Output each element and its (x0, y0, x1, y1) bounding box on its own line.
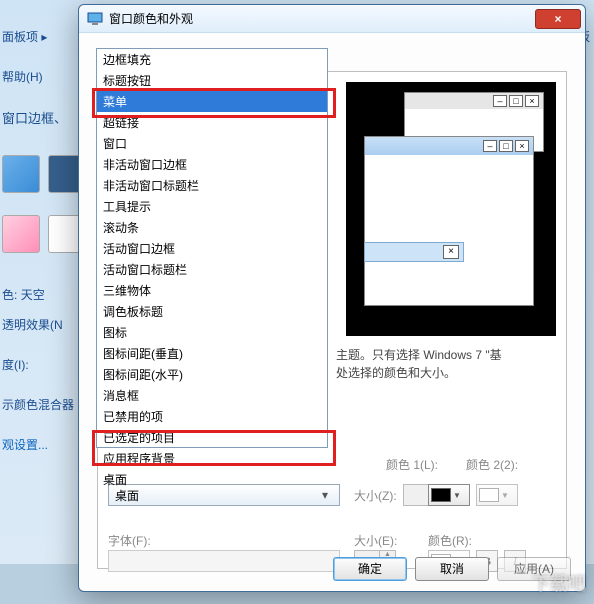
dropdown-item[interactable]: 边框填充 (97, 49, 327, 70)
font-label: 字体(F): (108, 532, 156, 549)
chevron-down-icon: ▼ (501, 491, 509, 500)
dropdown-item[interactable]: 菜单 (97, 91, 327, 112)
description-text: 主题。只有选择 Windows 7 "基 处选择的颜色和大小。 (336, 346, 556, 382)
advanced-settings-link[interactable]: 观设置... (2, 436, 48, 453)
close-icon: × (443, 245, 459, 259)
dialog-title: 窗口颜色和外观 (109, 10, 535, 27)
dropdown-item[interactable]: 超链接 (97, 112, 327, 133)
intensity-label: 度(I): (2, 356, 29, 373)
preview-active-window: – □ × (364, 136, 534, 306)
ok-button[interactable]: 确定 (333, 557, 407, 581)
dropdown-item[interactable]: 应用程序背景 (97, 448, 327, 469)
font-size-label: 大小(E): (354, 532, 397, 549)
chevron-down-icon: ▾ (317, 488, 333, 502)
dropdown-item[interactable]: 非活动窗口边框 (97, 154, 327, 175)
help-menu[interactable]: 帮助(H) (2, 68, 43, 85)
dropdown-item[interactable]: 窗口 (97, 133, 327, 154)
font-color-label: 颜色(R): (428, 532, 472, 549)
maximize-icon: □ (499, 140, 513, 152)
color1-picker[interactable]: ▼ (428, 484, 470, 506)
font-combobox (108, 550, 340, 572)
maximize-icon: □ (509, 95, 523, 107)
color-name-label: 色: 天空 (2, 286, 45, 303)
dropdown-item[interactable]: 标题按钮 (97, 70, 327, 91)
dropdown-item[interactable]: 图标间距(水平) (97, 364, 327, 385)
section-title: 窗口边框、 (2, 108, 67, 127)
size-input[interactable] (404, 485, 428, 505)
dropdown-item[interactable]: 调色板标题 (97, 301, 327, 322)
close-icon: × (515, 140, 529, 152)
preview-area: – □ × – □ × × (346, 82, 556, 336)
close-icon: × (525, 95, 539, 107)
close-icon: × (554, 12, 561, 26)
chevron-down-icon: ▼ (453, 491, 461, 500)
minimize-icon: – (483, 140, 497, 152)
dropdown-item[interactable]: 三维物体 (97, 280, 327, 301)
cancel-button[interactable]: 取消 (415, 557, 489, 581)
dropdown-item[interactable]: 工具提示 (97, 196, 327, 217)
transparency-checkbox-label[interactable]: 透明效果(N (2, 316, 63, 333)
dropdown-item[interactable]: 已禁用的项 (97, 406, 327, 427)
minimize-icon: – (493, 95, 507, 107)
monitor-icon (87, 11, 103, 27)
breadcrumb: 面板项 ▸ (2, 28, 47, 45)
dropdown-item[interactable]: 已选定的项目 (97, 427, 327, 448)
dropdown-item[interactable]: 滚动条 (97, 217, 327, 238)
color-mixer-link[interactable]: 示颜色混合器 (2, 396, 74, 413)
color2-label: 颜色 2(2): (466, 456, 518, 473)
item-dropdown-list[interactable]: 边框填充标题按钮菜单超链接窗口非活动窗口边框非活动窗口标题栏工具提示滚动条活动窗… (96, 48, 328, 448)
dropdown-item[interactable]: 桌面 (97, 469, 327, 490)
dropdown-item[interactable]: 消息框 (97, 385, 327, 406)
dropdown-item[interactable]: 活动窗口边框 (97, 238, 327, 259)
color2-picker: ▼ (476, 484, 518, 506)
dropdown-item[interactable]: 图标间距(垂直) (97, 343, 327, 364)
size-label: 大小(Z): (354, 487, 397, 504)
titlebar[interactable]: 窗口颜色和外观 × (79, 5, 585, 33)
preview-selected-msgbox: × (364, 242, 464, 262)
color-swatch[interactable] (2, 155, 40, 193)
watermark: 下载吧 (532, 570, 586, 596)
color-swatch[interactable] (2, 215, 40, 253)
dropdown-item[interactable]: 非活动窗口标题栏 (97, 175, 327, 196)
close-button[interactable]: × (535, 9, 581, 29)
dropdown-item[interactable]: 活动窗口标题栏 (97, 259, 327, 280)
dropdown-item[interactable]: 图标 (97, 322, 327, 343)
color1-label: 颜色 1(L): (386, 456, 438, 473)
